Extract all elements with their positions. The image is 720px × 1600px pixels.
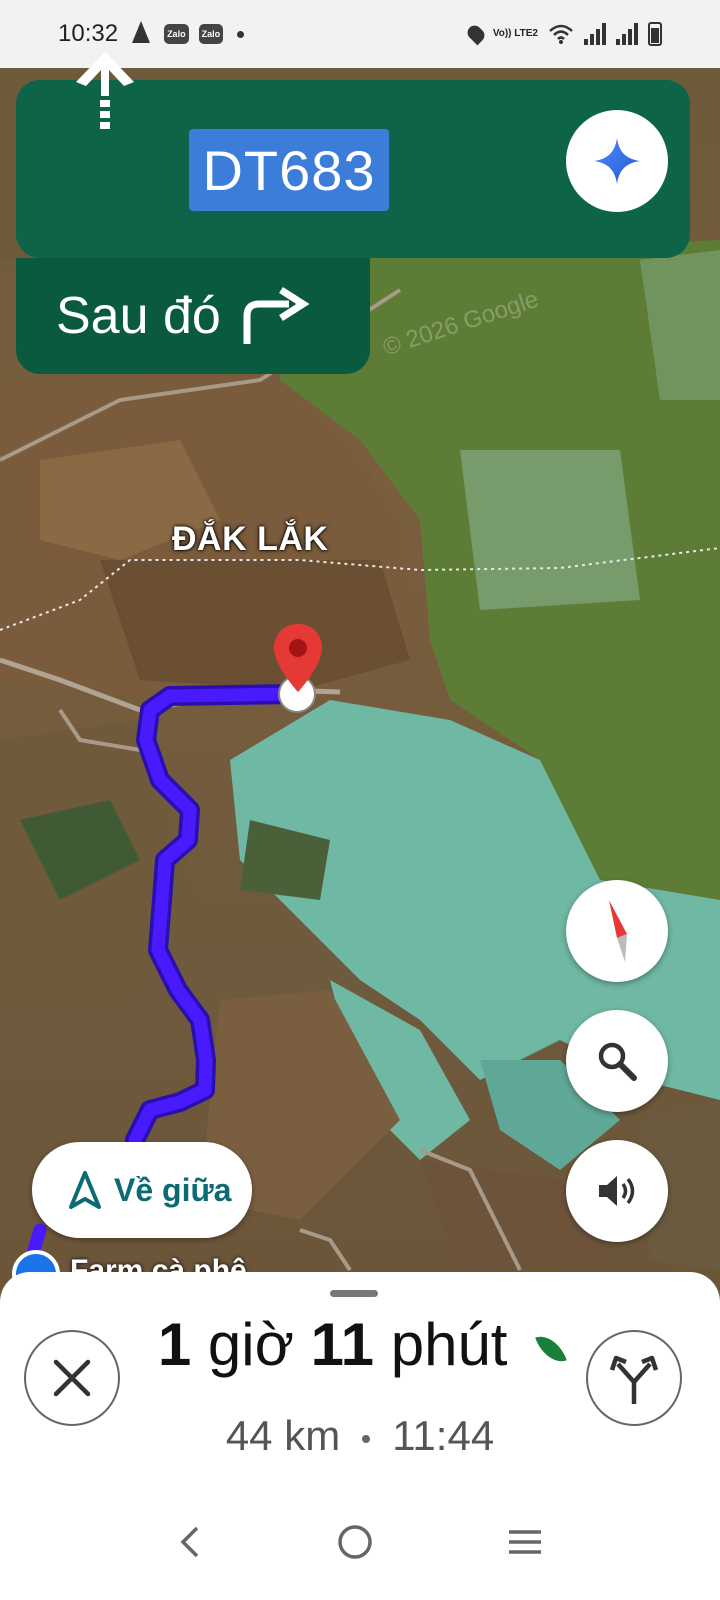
gemini-button[interactable] <box>566 110 668 212</box>
more-notifications-icon <box>237 30 245 38</box>
location-icon <box>464 22 488 46</box>
recenter-button[interactable]: Về giữa <box>32 1142 252 1238</box>
back-icon[interactable] <box>175 1522 205 1562</box>
home-icon[interactable] <box>335 1522 375 1562</box>
navigation-arrow-icon <box>69 1171 101 1209</box>
volte-icon: Vo)) LTE2 <box>492 28 538 39</box>
then-label: Sau đó <box>56 287 221 345</box>
recenter-label: Về giữa <box>114 1171 232 1208</box>
separator-dot <box>362 1434 371 1443</box>
compass-icon <box>609 900 627 962</box>
battery-icon <box>648 22 662 46</box>
eta-minutes-unit: phút <box>390 1311 508 1378</box>
eta-minutes: 11 <box>310 1311 375 1378</box>
straight-arrow-icon <box>76 52 134 129</box>
province-label: ĐẮK LẮK <box>172 520 329 558</box>
compass-button[interactable] <box>566 880 668 982</box>
destination-pin-icon[interactable] <box>272 622 324 694</box>
system-navigation-bar <box>0 1484 720 1600</box>
navigation-status-icon <box>132 21 151 43</box>
sheet-drag-handle[interactable] <box>330 1290 378 1297</box>
trip-distance: 44 km <box>225 1412 341 1459</box>
sound-button[interactable] <box>566 1140 668 1242</box>
then-maneuver-card[interactable]: Sau đó <box>16 258 370 374</box>
status-time: 10:32 <box>58 20 119 47</box>
eta-hours: 1 <box>157 1311 192 1378</box>
speaker-icon <box>599 1176 635 1206</box>
signal-icon-sim2 <box>616 23 638 45</box>
signal-icon-sim1 <box>584 23 606 45</box>
search-icon <box>598 1042 637 1081</box>
arrival-time: 11:44 <box>392 1412 495 1459</box>
eta-hours-unit: giờ <box>207 1311 294 1378</box>
recents-icon[interactable] <box>505 1522 545 1562</box>
road-name-badge: DT683 <box>189 129 389 211</box>
alternate-routes-button[interactable] <box>586 1330 682 1426</box>
gemini-sparkle-icon <box>594 138 640 184</box>
zalo-notification-icon: Zalo <box>164 24 189 44</box>
route-fork-icon <box>610 1355 658 1404</box>
wifi-icon <box>549 24 573 44</box>
eco-leaf-icon <box>535 1330 567 1368</box>
zalo-notification-icon: Zalo <box>198 24 224 44</box>
turn-right-icon <box>243 287 310 344</box>
search-along-route-button[interactable] <box>566 1010 668 1112</box>
